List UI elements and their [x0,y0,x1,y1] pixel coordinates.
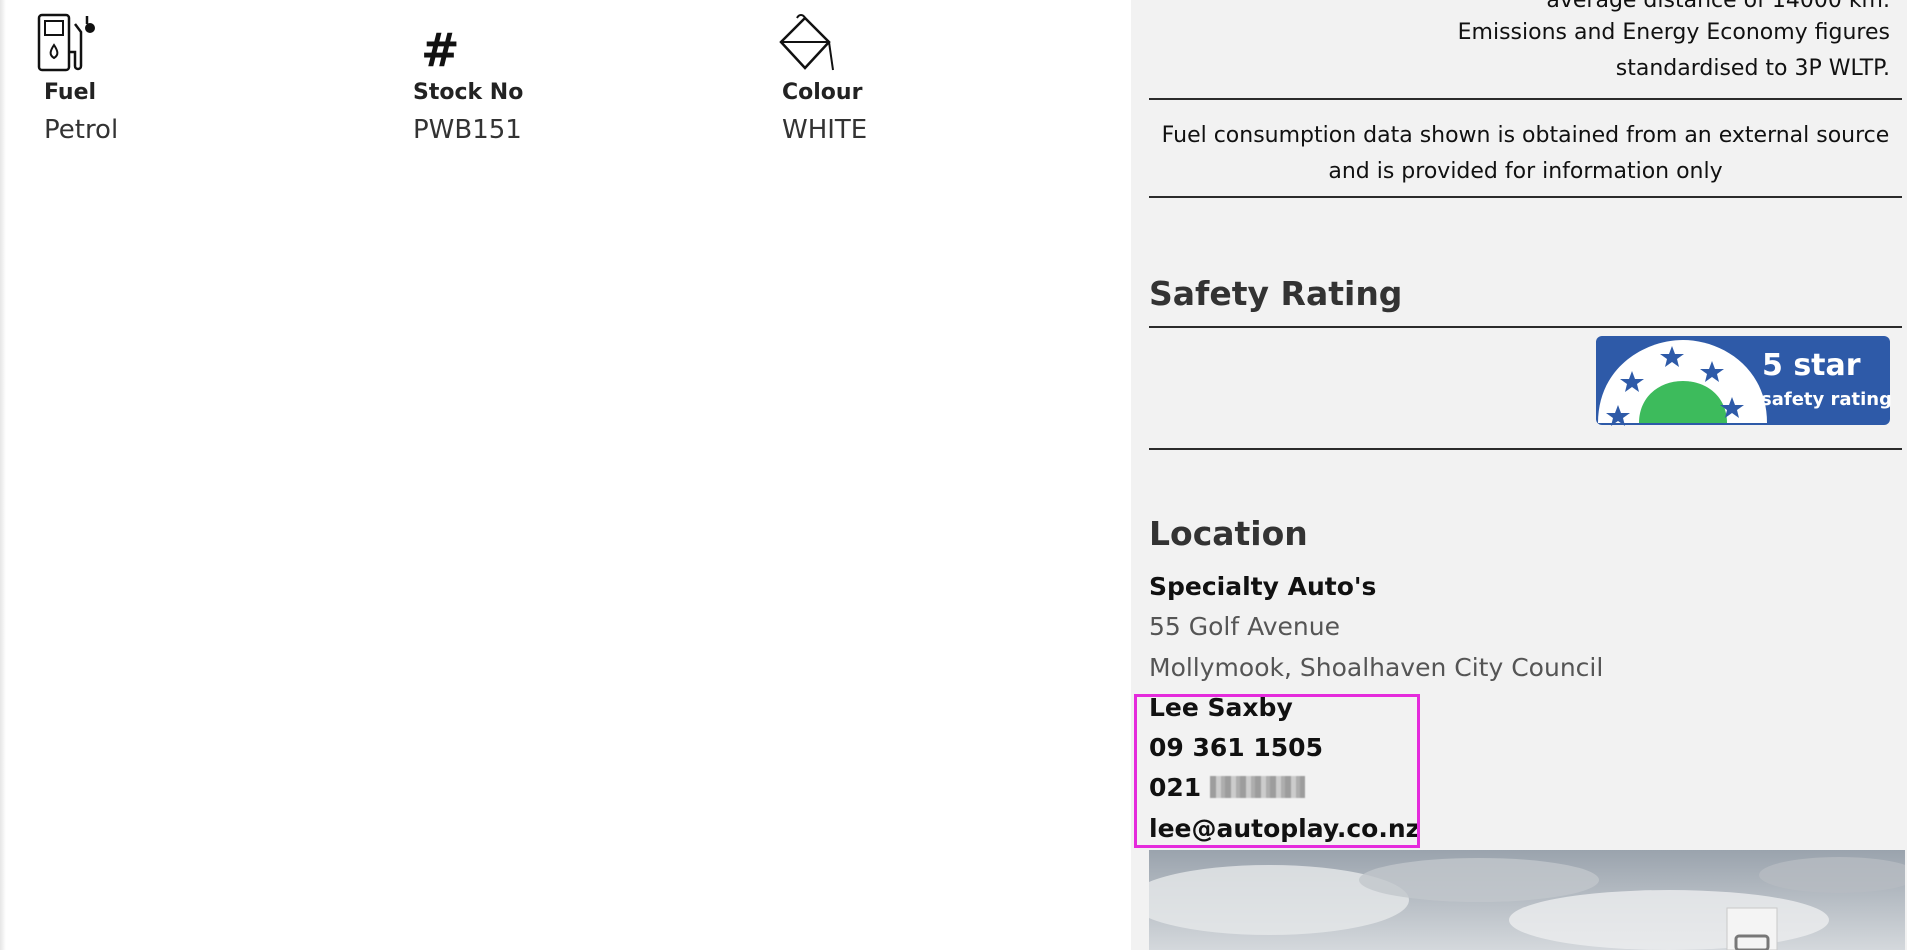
hash-icon: # [421,23,460,74]
badge-big-text: 5 star [1762,348,1861,383]
spec-label: Fuel [44,80,97,105]
divider [1149,326,1902,328]
badge-small-text: safety rating [1761,389,1891,410]
fuel-consumption-note: Fuel consumption data shown is obtained … [1149,118,1902,190]
spec-value: Petrol [44,115,119,145]
spec-label: Stock No [413,80,524,105]
fuel-pump-icon [37,13,95,72]
address-line-2: Mollymook, Shoalhaven City Council [1149,653,1604,682]
spec-fuel: Fuel Petrol [37,12,337,145]
spec-value: PWB151 [413,115,522,145]
fuel-note-line-2: and is provided for information only [1328,159,1723,184]
divider [1149,196,1902,198]
location-heading: Location [1149,514,1308,553]
divider [1149,98,1902,100]
dealer-name: Specialty Auto's [1149,572,1377,601]
spec-stock-no: # Stock No PWB151 [406,12,706,145]
page-edge-shadow [0,0,6,950]
spec-colour: Colour WHITE [775,12,1075,145]
spec-label: Colour [782,80,863,105]
divider [1149,448,1902,450]
fuel-note-line-1: Fuel consumption data shown is obtained … [1161,123,1890,148]
spec-value: WHITE [782,115,868,145]
dealership-photo [1149,850,1905,950]
contact-highlight-box [1134,694,1420,848]
emissions-line-2: standardised to 3P WLTP. [1615,56,1890,81]
address-line-1: 55 Golf Avenue [1149,612,1341,641]
safety-rating-badge: 5 star safety rating [1596,336,1891,426]
safety-rating-heading: Safety Rating [1149,274,1403,313]
paint-bucket-icon [779,14,834,71]
emissions-partial-line: average distance of 14000 km. [1546,0,1890,13]
emissions-line-1: Emissions and Energy Economy figures [1457,20,1890,45]
svg-text:#: # [421,23,460,74]
